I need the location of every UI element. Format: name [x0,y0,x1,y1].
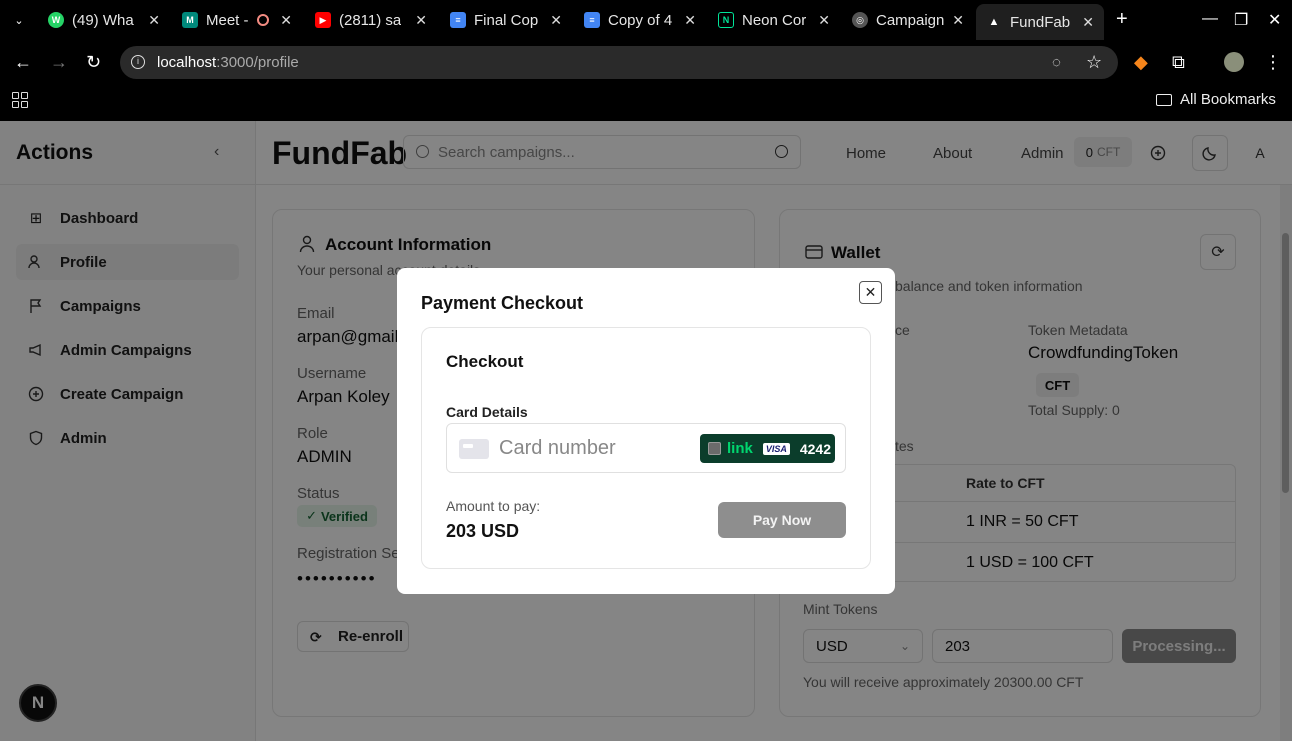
close-window-icon[interactable]: ✕ [1268,10,1281,30]
checkout-title: Checkout [446,352,524,371]
close-tab-icon[interactable]: ✕ [1082,14,1094,31]
browser-tab[interactable]: ▶ (2811) sa ✕ [315,6,427,34]
close-tab-icon[interactable]: ✕ [280,12,292,29]
metamask-icon[interactable]: ◆ [1134,52,1148,73]
pay-now-button[interactable]: Pay Now [718,502,846,538]
globe-icon: ◎ [852,12,868,28]
bookmarks-bar [0,85,1292,121]
star-icon[interactable]: ☆ [1086,52,1102,73]
minimize-icon[interactable]: — [1202,10,1218,28]
new-tab-icon[interactable]: + [1116,8,1128,31]
extensions-icon[interactable]: ⧉ [1172,52,1185,73]
browser-tab[interactable]: ≡ Final Cop ✕ [450,6,562,34]
checkbox-icon [708,442,721,455]
eye-off-icon[interactable]: ◌ [1052,54,1061,71]
payment-modal: Payment Checkout ✕ Checkout Card Details… [397,268,895,594]
tab-search-icon[interactable]: ⌄ [0,0,38,40]
docs-icon: ≡ [584,12,600,28]
close-tab-icon[interactable]: ✕ [415,12,427,29]
close-tab-icon[interactable]: ✕ [818,12,830,29]
recording-icon [256,14,269,26]
profile-avatar[interactable] [1224,52,1244,72]
docs-icon: ≡ [450,12,466,28]
credit-card-icon [459,439,489,459]
visa-icon: VISA [762,442,790,455]
browser-tab[interactable]: ◎ Campaign ✕ [852,6,964,34]
forward-icon[interactable]: → [50,52,68,73]
browser-tab[interactable]: M Meet - ✕ [182,6,292,34]
restore-icon[interactable]: ❐ [1234,10,1248,30]
browser-tab[interactable]: N Neon Cor ✕ [718,6,830,34]
link-autofill-button[interactable]: link VISA 4242 [700,434,835,463]
card-number-placeholder: Card number [499,437,616,459]
amount-value: 203 USD [446,521,520,541]
site-info-icon[interactable]: i [131,55,145,69]
vercel-icon: ▲ [988,16,1000,28]
reload-icon[interactable]: ↻ [86,52,101,73]
youtube-icon: ▶ [315,12,331,28]
modal-title: Payment Checkout [421,293,584,313]
menu-icon[interactable]: ⋮ [1264,52,1282,73]
back-icon[interactable]: ← [14,52,32,73]
browser-tab-active[interactable]: ▲ FundFab ✕ [976,4,1104,40]
close-tab-icon[interactable]: ✕ [550,12,562,29]
apps-icon[interactable] [12,92,28,108]
neon-icon: N [718,12,734,28]
amount-label: Amount to pay: [446,498,541,514]
browser-tab[interactable]: ≡ Copy of 4 ✕ [584,6,696,34]
url-text[interactable]: localhost:3000/profile [157,54,299,71]
page: Actions ‹ ⊞ Dashboard Profile Campaigns … [0,121,1292,741]
close-tab-icon[interactable]: ✕ [148,12,160,29]
card-details-label: Card Details [446,404,528,420]
checkout-card: Checkout Card Details Card number link V… [421,327,871,569]
close-button[interactable]: ✕ [859,281,882,304]
close-tab-icon[interactable]: ✕ [952,12,964,29]
card-number-field[interactable]: Card number link VISA 4242 [446,423,846,473]
folder-icon [1156,93,1172,106]
meet-icon: M [182,12,198,28]
whatsapp-icon: W [48,12,64,28]
browser-tab[interactable]: W (49) Wha ✕ [48,6,160,34]
all-bookmarks-button[interactable]: All Bookmarks [1156,91,1276,108]
close-icon: ✕ [864,284,877,300]
close-tab-icon[interactable]: ✕ [684,12,696,29]
